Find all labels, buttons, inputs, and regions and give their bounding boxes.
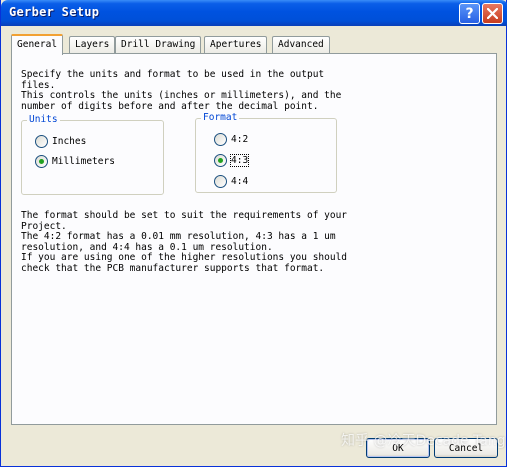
window-title: Gerber Setup <box>9 5 100 19</box>
radio-inches-label: Inches <box>52 136 87 147</box>
format-info-description: The format should be set to suit the req… <box>21 210 348 274</box>
radio-format-4-3-button[interactable] <box>214 154 227 167</box>
format-group-label: Format <box>201 112 240 123</box>
radio-format-4-3-label: 4:3 <box>229 154 250 167</box>
tab-general[interactable]: General <box>11 34 64 55</box>
tab-drill-drawing[interactable]: Drill Drawing <box>115 36 202 53</box>
radio-millimeters[interactable]: Millimeters <box>35 155 115 168</box>
cancel-button[interactable]: Cancel <box>434 438 498 458</box>
tab-apertures[interactable]: Apertures <box>204 36 268 53</box>
intro-description: Specify the units and format to be used … <box>21 69 342 112</box>
help-icon: ? <box>465 5 474 22</box>
radio-format-4-3[interactable]: 4:3 <box>214 154 250 167</box>
tab-layers[interactable]: Layers <box>69 36 116 53</box>
radio-inches[interactable]: Inches <box>35 135 86 148</box>
radio-format-4-2[interactable]: 4:2 <box>214 133 248 146</box>
radio-format-4-4-label: 4:4 <box>231 176 249 187</box>
radio-format-4-2-button[interactable] <box>214 133 227 146</box>
tab-advanced[interactable]: Advanced <box>272 36 330 53</box>
radio-millimeters-label: Millimeters <box>52 156 115 167</box>
title-bar[interactable]: Gerber Setup ? <box>1 0 507 26</box>
ok-button[interactable]: OK <box>366 438 430 458</box>
units-group: Units Inches Millimeters <box>21 114 164 195</box>
radio-format-4-4-button[interactable] <box>214 175 227 188</box>
ok-button-label: OK <box>392 442 404 454</box>
format-group: Format 4:2 4:3 4:4 <box>195 112 337 193</box>
close-icon <box>487 8 498 19</box>
help-button[interactable]: ? <box>459 3 480 24</box>
radio-format-4-4[interactable]: 4:4 <box>214 175 248 188</box>
general-tab-panel: Specify the units and format to be used … <box>11 53 497 425</box>
radio-millimeters-button[interactable] <box>35 155 48 168</box>
radio-inches-button[interactable] <box>35 135 48 148</box>
units-group-label: Units <box>27 114 60 125</box>
cancel-button-label: Cancel <box>448 442 484 454</box>
gerber-setup-dialog: Gerber Setup ? General Layers Drill Draw… <box>0 0 507 467</box>
close-button[interactable] <box>482 3 503 24</box>
radio-format-4-2-label: 4:2 <box>231 134 249 145</box>
